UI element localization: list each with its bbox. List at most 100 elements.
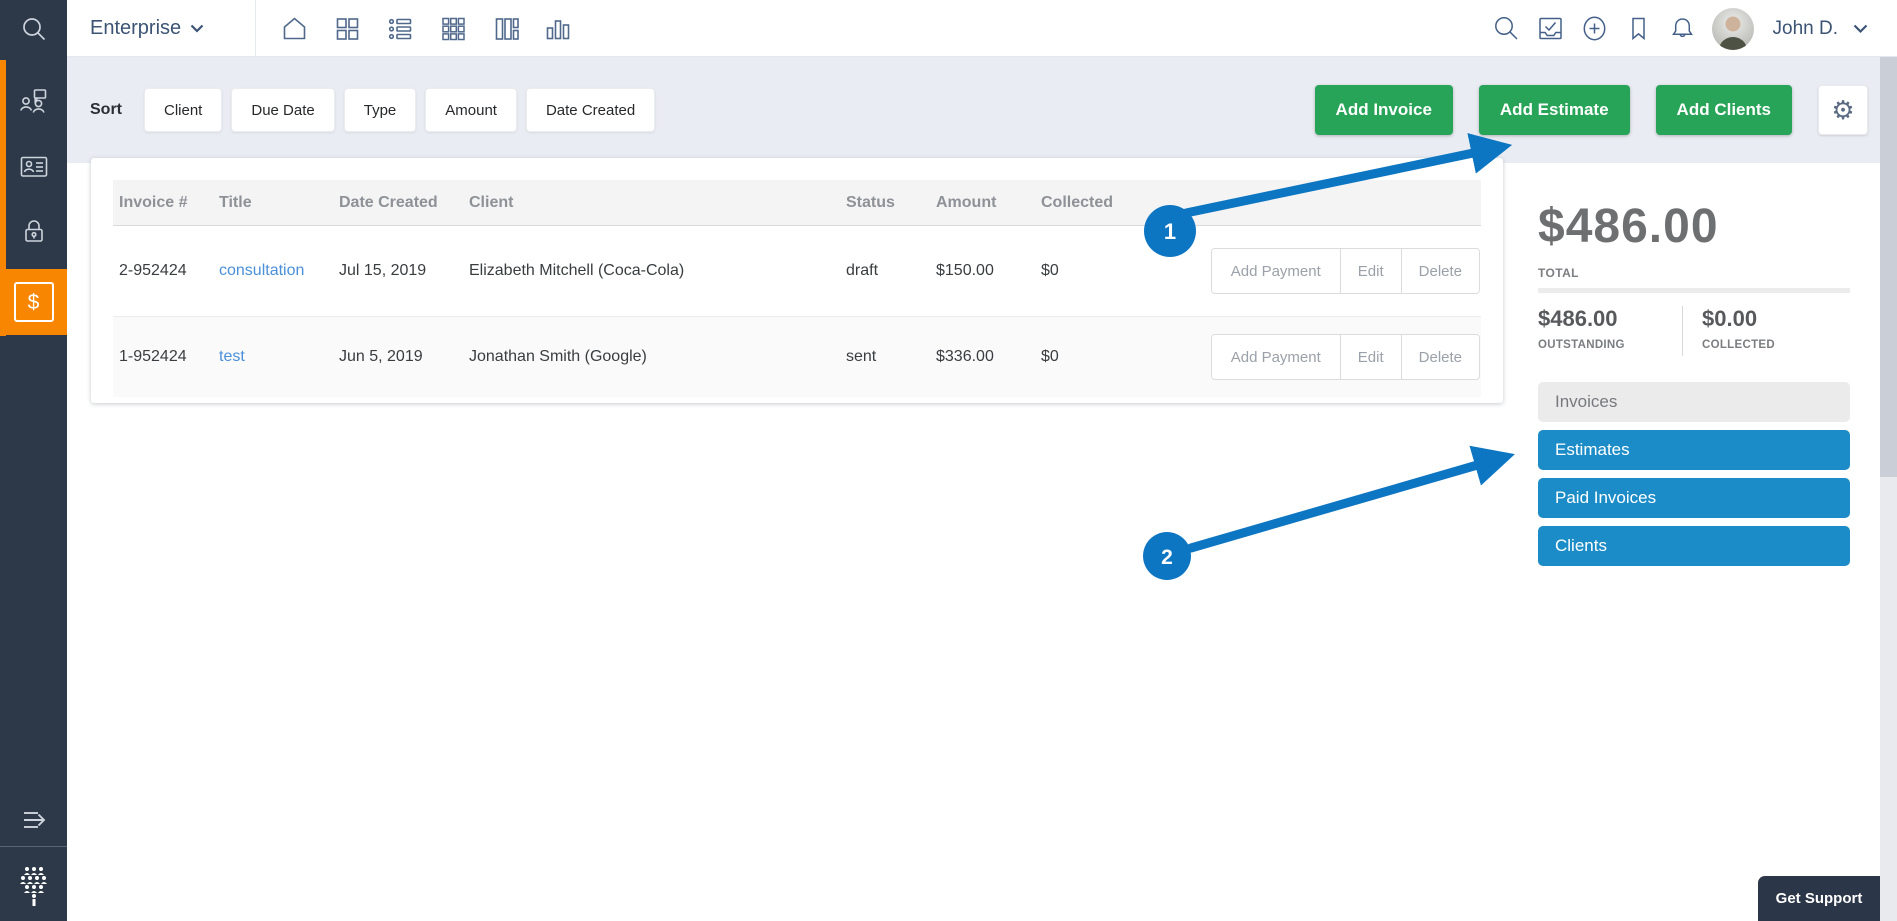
cell-collected: $0 — [1035, 262, 1145, 280]
add-clients-button[interactable]: Add Clients — [1656, 85, 1792, 135]
nav-invoices-button[interactable]: Invoices — [1538, 382, 1850, 422]
add-estimate-button[interactable]: Add Estimate — [1479, 85, 1630, 135]
notifications-bell-icon[interactable] — [1668, 14, 1697, 43]
delete-button[interactable]: Delete — [1401, 249, 1479, 293]
cta-buttons: Add Invoice Add Estimate Add Clients ⚙ — [1315, 85, 1868, 135]
cell-status: sent — [840, 348, 930, 366]
contact-card-icon — [19, 152, 49, 182]
home-icon[interactable] — [278, 14, 311, 44]
total-value: $486.00 — [1538, 201, 1850, 253]
add-payment-button[interactable]: Add Payment — [1212, 335, 1340, 379]
column-header-date-created: Date Created — [333, 194, 463, 212]
payments-icon-glyph: $ — [28, 292, 40, 313]
nav-estimates-button[interactable]: Estimates — [1538, 430, 1850, 470]
cell-invoice-number: 1-952424 — [113, 348, 213, 366]
get-support-button[interactable]: Get Support — [1758, 876, 1880, 921]
sort-by-date-created-button[interactable]: Date Created — [526, 88, 655, 132]
add-payment-button[interactable]: Add Payment — [1212, 249, 1340, 293]
column-header-collected: Collected — [1035, 194, 1145, 212]
list-view-icon[interactable] — [384, 14, 417, 44]
sidebar-divider — [0, 846, 67, 847]
grid-2x2-icon[interactable] — [331, 14, 364, 44]
sidebar: $ — [0, 0, 67, 921]
cell-amount: $336.00 — [930, 348, 1035, 366]
sort-by-type-button[interactable]: Type — [344, 88, 417, 132]
cell-client: Elizabeth Mitchell (Coca-Cola) — [463, 262, 840, 280]
view-switcher — [278, 0, 573, 57]
column-header-title: Title — [213, 194, 333, 212]
summary-stats: $486.00 OUTSTANDING $0.00 COLLECTED — [1538, 306, 1850, 356]
outstanding-value: $486.00 — [1538, 306, 1682, 332]
add-circle-icon[interactable] — [1580, 14, 1609, 43]
annotation-step-2: 2 — [1161, 546, 1173, 569]
table-row: 1-952424 test Jun 5, 2019 Jonathan Smith… — [113, 316, 1481, 397]
nav-clients-button[interactable]: Clients — [1538, 526, 1850, 566]
column-header-invoice: Invoice # — [113, 194, 213, 212]
sort-by-amount-button[interactable]: Amount — [425, 88, 517, 132]
vcita-logo — [0, 856, 67, 914]
delete-button[interactable]: Delete — [1401, 335, 1479, 379]
annotation-circle-2 — [1143, 532, 1191, 580]
gear-icon: ⚙ — [1831, 97, 1854, 123]
cell-date-created: Jul 15, 2019 — [333, 262, 463, 280]
grid-3x3-icon[interactable] — [437, 14, 470, 44]
lock-icon — [19, 217, 49, 247]
topbar-divider — [255, 0, 256, 56]
user-menu[interactable]: John D. — [1773, 18, 1838, 40]
payments-icon: $ — [14, 282, 54, 322]
row-action-group: Add Payment Edit Delete — [1211, 248, 1480, 294]
topbar-right-cluster: John D. — [1492, 0, 1868, 57]
invoice-title-link[interactable]: test — [219, 348, 245, 365]
search-icon — [20, 15, 48, 43]
avatar[interactable] — [1712, 8, 1754, 50]
add-invoice-button[interactable]: Add Invoice — [1315, 85, 1453, 135]
chevron-down-icon — [190, 24, 204, 33]
cell-date-created: Jun 5, 2019 — [333, 348, 463, 366]
bookmark-icon[interactable] — [1624, 14, 1653, 43]
filter-band: Sort Client Due Date Type Amount Date Cr… — [67, 57, 1897, 163]
search-icon[interactable] — [1492, 14, 1521, 43]
collected-value: $0.00 — [1702, 306, 1775, 332]
table-row: 2-952424 consultation Jul 15, 2019 Eliza… — [113, 226, 1481, 316]
summary-nav: Invoices Estimates Paid Invoices Clients — [1538, 382, 1850, 566]
workspace-name: Enterprise — [90, 17, 181, 40]
sort-by-client-button[interactable]: Client — [144, 88, 222, 132]
sort-label: Sort — [90, 101, 122, 119]
sidebar-expand-button[interactable] — [0, 796, 67, 844]
nav-paid-invoices-button[interactable]: Paid Invoices — [1538, 478, 1850, 518]
annotation-arrow-2 — [1191, 457, 1505, 548]
column-header-amount: Amount — [930, 194, 1035, 212]
cell-status: draft — [840, 262, 930, 280]
cell-client: Jonathan Smith (Google) — [463, 348, 840, 366]
vertical-scrollbar-thumb[interactable] — [1880, 57, 1897, 477]
app-window: $ — [0, 0, 1897, 921]
table-header-row: Invoice # Title Date Created Client Stat… — [113, 180, 1481, 226]
outstanding-label: OUTSTANDING — [1538, 339, 1682, 351]
sort-by-due-date-button[interactable]: Due Date — [231, 88, 334, 132]
settings-button[interactable]: ⚙ — [1818, 85, 1868, 135]
cell-invoice-number: 2-952424 — [113, 262, 213, 280]
tasks-check-icon[interactable] — [1536, 14, 1565, 43]
sidebar-item-security[interactable] — [0, 206, 67, 258]
sidebar-item-payments[interactable]: $ — [0, 269, 67, 335]
row-action-group: Add Payment Edit Delete — [1211, 334, 1480, 380]
bar-chart-icon[interactable] — [543, 14, 573, 44]
expand-arrow-icon — [19, 807, 49, 833]
sidebar-item-contacts[interactable] — [0, 141, 67, 193]
columns-view-icon[interactable] — [490, 14, 523, 44]
column-header-status: Status — [840, 194, 930, 212]
collected-label: COLLECTED — [1702, 339, 1775, 351]
cell-collected: $0 — [1035, 348, 1145, 366]
sidebar-item-clients[interactable] — [0, 76, 67, 128]
top-bar: Enterprise — [67, 0, 1897, 57]
edit-button[interactable]: Edit — [1340, 249, 1401, 293]
summary-divider — [1538, 288, 1850, 293]
vertical-scrollbar-track[interactable] — [1880, 57, 1897, 921]
cell-amount: $150.00 — [930, 262, 1035, 280]
edit-button[interactable]: Edit — [1340, 335, 1401, 379]
invoice-title-link[interactable]: consultation — [219, 262, 304, 279]
chevron-down-icon[interactable] — [1853, 24, 1868, 34]
total-label: TOTAL — [1538, 266, 1850, 280]
sidebar-search-button[interactable] — [0, 0, 67, 57]
workspace-dropdown[interactable]: Enterprise — [90, 0, 204, 57]
